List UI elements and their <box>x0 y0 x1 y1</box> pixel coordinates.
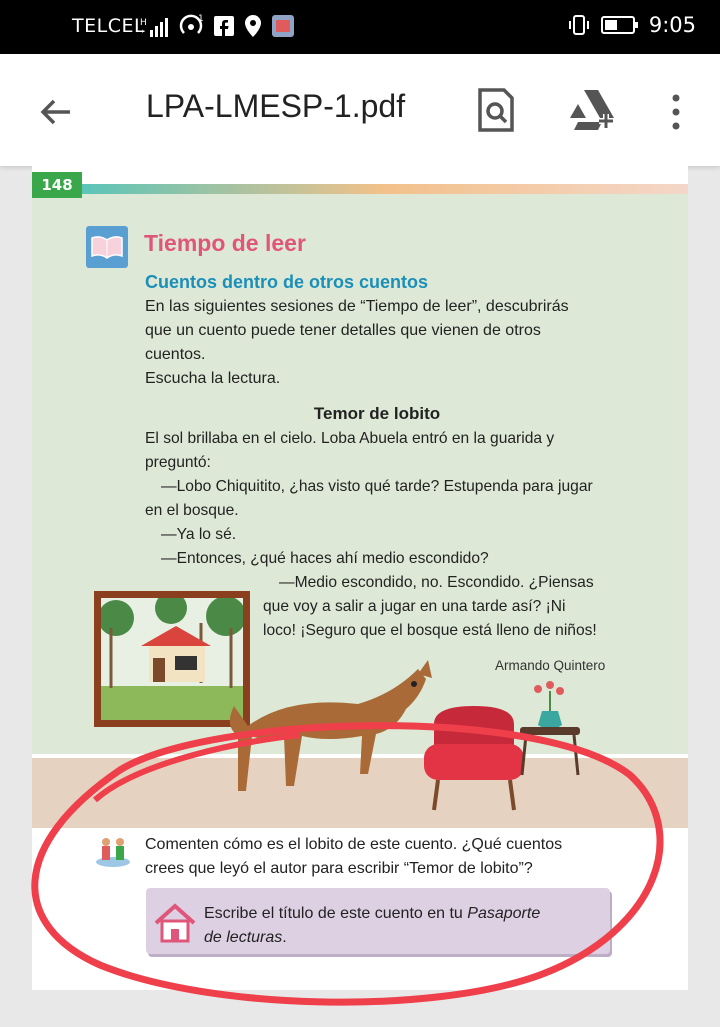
back-arrow-icon[interactable] <box>36 92 76 132</box>
clock: 9:05 <box>648 13 696 37</box>
callout-line1: Escribe el título de este cuento en tu <box>204 905 468 922</box>
intro-line: Escucha la lectura. <box>145 370 281 387</box>
intro-line: que un cuento puede tener detalles que v… <box>145 322 541 339</box>
vibrate-icon <box>568 15 589 35</box>
story-line: —Lobo Chiquitito, ¿has visto qué tarde? … <box>161 478 593 495</box>
reading-passport-callout: Escribe el título de este cuento en tu P… <box>146 888 610 954</box>
activity-area: Comenten cómo es el lobito de este cuent… <box>32 828 688 990</box>
story-line: —Entonces, ¿qué haces ahí medio escondid… <box>161 550 489 567</box>
wifi-hotspot-icon: 1 <box>179 14 204 34</box>
carrier-name: TELCEL <box>72 15 146 37</box>
callout-italic: Pasaporte <box>467 905 541 922</box>
framed-house-picture <box>94 591 250 727</box>
story-title: Temor de lobito <box>313 404 441 423</box>
network-badge: 1 <box>198 14 204 24</box>
open-book-icon <box>86 226 128 268</box>
more-options-icon[interactable] <box>664 92 688 132</box>
house-icon <box>154 903 196 943</box>
status-bar: TELCEL H ⁺ 1 9:05 <box>0 0 720 54</box>
page-number: 148 <box>32 172 82 198</box>
document-title: LPA-LMESP-1.pdf <box>146 88 406 124</box>
intro-line: cuentos. <box>145 346 206 363</box>
question-line: crees que leyó el autor para escribir “T… <box>145 860 533 877</box>
story-line: preguntó: <box>145 454 211 471</box>
wolf-illustration <box>229 660 432 791</box>
add-to-drive-icon[interactable] <box>568 88 616 132</box>
facebook-icon <box>214 16 234 36</box>
group-activity-icon <box>96 838 130 867</box>
battery-icon <box>600 16 638 34</box>
callout-line2-italic: de lecturas <box>204 929 283 946</box>
app-notification-icon <box>272 15 294 37</box>
header-band <box>82 184 688 194</box>
section-title: Tiempo de leer <box>144 230 306 256</box>
activity-question: Comenten cómo es el lobito de este cuent… <box>145 833 562 881</box>
app-bar: LPA-LMESP-1.pdf <box>0 54 720 166</box>
story-line: en el bosque. <box>145 502 239 519</box>
story-line: —Ya lo sé. <box>161 526 237 543</box>
story-line: El sol brillaba en el cielo. Loba Abuela… <box>145 430 555 447</box>
find-in-document-icon[interactable] <box>476 88 516 132</box>
armchair-illustration <box>424 706 524 811</box>
story-author: Armando Quintero <box>495 658 606 673</box>
svg-text:⁺: ⁺ <box>140 29 145 38</box>
table-vase-illustration <box>520 681 580 776</box>
svg-text:H: H <box>140 18 147 28</box>
callout-text: Escribe el título de este cuento en tu P… <box>204 902 540 950</box>
signal-icon: H⁺ <box>140 18 168 38</box>
section-subtitle: Cuentos dentro de otros cuentos <box>145 272 429 292</box>
intro-paragraph: En las siguientes sesiones de “Tiempo de… <box>145 295 615 391</box>
question-line: Comenten cómo es el lobito de este cuent… <box>145 836 563 853</box>
callout-line2-end: . <box>282 929 287 946</box>
pdf-page[interactable]: 148 Tiempo de leer Cuentos dentro de otr… <box>32 166 688 990</box>
intro-line: En las siguientes sesiones de “Tiempo de… <box>145 298 569 315</box>
location-icon <box>245 15 261 37</box>
